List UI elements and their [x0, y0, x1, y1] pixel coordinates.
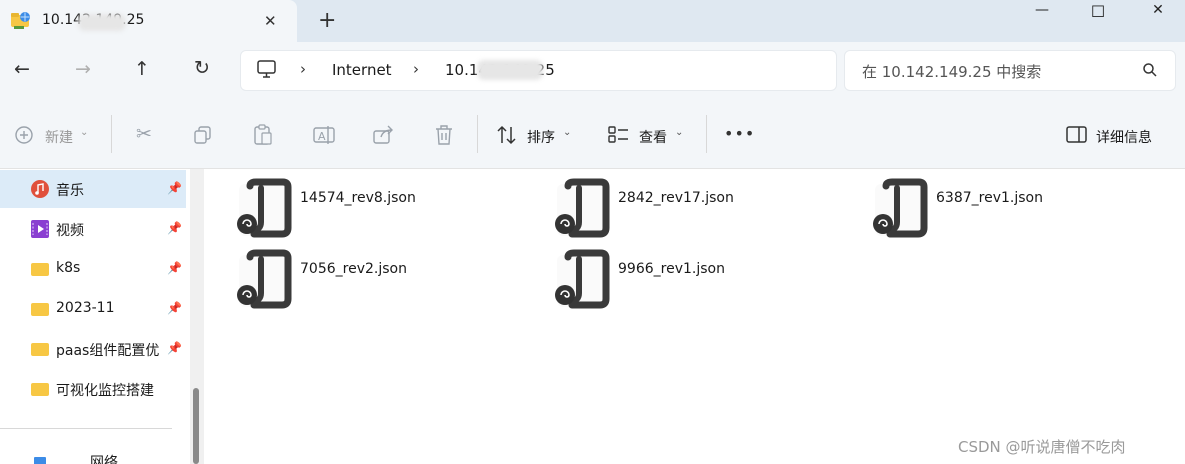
sidebar-item-label: 可视化监控搭建: [56, 383, 154, 399]
svg-text:A: A: [318, 130, 326, 143]
rename-icon[interactable]: A: [313, 125, 335, 145]
chevron-right-icon: ›: [413, 60, 419, 78]
file-name: 9966_rev1.json: [618, 261, 725, 277]
file-name: 6387_rev1.json: [936, 190, 1043, 206]
json-file-icon: [555, 178, 610, 238]
forward-button[interactable]: →: [71, 58, 95, 80]
folder-icon: [31, 343, 49, 356]
view-button[interactable]: 查看: [639, 127, 667, 147]
folder-icon: [31, 263, 49, 276]
file-name: 7056_rev2.json: [300, 261, 407, 277]
up-button[interactable]: ↑: [130, 58, 154, 80]
close-window-button[interactable]: ✕: [1148, 2, 1168, 18]
pin-icon[interactable]: 📌: [167, 221, 182, 235]
file-view: [205, 169, 1185, 464]
maximize-button[interactable]: ☐: [1088, 2, 1108, 21]
file-item[interactable]: [869, 178, 939, 248]
this-pc-icon: [257, 60, 276, 78]
pin-icon[interactable]: 📌: [167, 261, 182, 275]
minimize-button[interactable]: —: [1032, 2, 1052, 18]
divider: [706, 115, 707, 153]
scrollbar-thumb[interactable]: [193, 388, 199, 464]
pin-icon[interactable]: 📌: [167, 181, 182, 195]
back-button[interactable]: ←: [10, 58, 34, 80]
file-item[interactable]: [233, 178, 303, 248]
music-icon: [31, 180, 49, 198]
sidebar-item-label: 视频: [56, 223, 84, 239]
sidebar-item-video[interactable]: [0, 210, 186, 248]
folder-icon: [31, 303, 49, 316]
refresh-button[interactable]: ↻: [190, 57, 214, 79]
sidebar-item-label[interactable]: 网络: [90, 452, 118, 464]
details-pane-icon: [1066, 126, 1087, 143]
sidebar-item-label: 2023-11: [56, 300, 115, 316]
new-tab-button[interactable]: +: [318, 8, 336, 33]
file-item[interactable]: [551, 249, 621, 319]
search-input[interactable]: 在 10.142.149.25 中搜索: [862, 61, 1041, 82]
new-button[interactable]: 新建: [45, 127, 73, 147]
new-plus-icon: [15, 126, 33, 144]
sidebar-item-k8s[interactable]: [0, 250, 186, 288]
chevron-down-icon: ⌄: [563, 127, 572, 138]
share-icon[interactable]: [373, 125, 395, 145]
cut-icon[interactable]: ✂: [132, 123, 156, 145]
divider: [477, 115, 478, 153]
sidebar-item-music[interactable]: [0, 170, 186, 208]
file-name: 2842_rev17.json: [618, 190, 734, 206]
more-options-button[interactable]: •••: [724, 124, 755, 143]
chevron-right-icon: ›: [300, 60, 306, 78]
copy-icon[interactable]: [193, 125, 213, 145]
sidebar-item-label: paas组件配置优: [56, 343, 160, 359]
network-folder-icon: [11, 12, 30, 29]
json-file-icon: [237, 249, 292, 309]
sort-button[interactable]: 排序: [527, 127, 555, 147]
view-icon: [608, 126, 628, 143]
chevron-down-icon: ⌄: [80, 127, 89, 138]
breadcrumb-internet[interactable]: Internet: [332, 61, 392, 79]
sidebar-item-label: k8s: [56, 260, 81, 276]
sort-icon: [497, 125, 516, 145]
paste-icon[interactable]: [253, 124, 273, 146]
command-bar: [0, 100, 1185, 169]
redaction-blur: [78, 14, 126, 31]
json-file-icon: [555, 249, 610, 309]
close-tab-icon[interactable]: ✕: [264, 12, 277, 30]
divider: [111, 115, 112, 153]
folder-icon: [31, 383, 49, 396]
details-button[interactable]: 详细信息: [1096, 127, 1152, 147]
sidebar-item-label: 音乐: [56, 183, 84, 199]
file-item[interactable]: [551, 178, 621, 248]
json-file-icon: [873, 178, 928, 238]
file-name: 14574_rev8.json: [300, 190, 416, 206]
search-icon[interactable]: [1142, 62, 1158, 78]
pin-icon[interactable]: 📌: [167, 341, 182, 355]
delete-icon[interactable]: [434, 124, 454, 146]
redaction-blur: [477, 60, 543, 80]
network-icon: [34, 457, 46, 464]
chevron-down-icon: ⌄: [675, 127, 684, 138]
divider: [0, 428, 172, 429]
watermark: CSDN @听说唐僧不吃肉: [958, 438, 1126, 456]
file-item[interactable]: [233, 249, 303, 319]
json-file-icon: [237, 178, 292, 238]
video-icon: [31, 220, 49, 238]
pin-icon[interactable]: 📌: [167, 301, 182, 315]
